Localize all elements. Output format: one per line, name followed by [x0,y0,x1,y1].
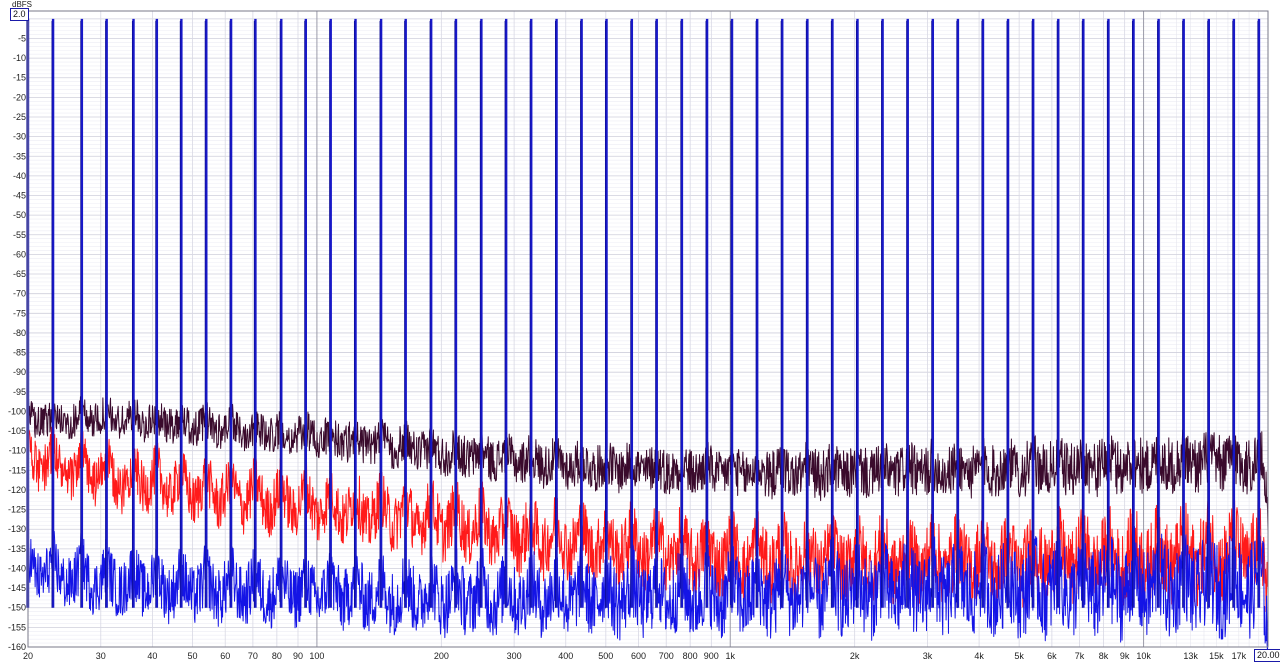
x-tick-label: 60 [220,651,230,661]
y-tick-label: -45 [13,191,26,201]
y-tick-label: -150 [8,603,26,613]
y-tick-label: -85 [13,348,26,358]
x-tick-label: 5k [1014,651,1024,661]
x-tick-label: 20 [23,651,33,661]
y-tick-label: -115 [9,465,26,475]
y-tick-label: -60 [13,249,26,259]
x-tick-label: 8k [1099,651,1109,661]
x-tick-label: 4k [974,651,984,661]
x-tick-label: 10k [1136,651,1151,661]
spectrum-chart: -5 -10 -15 -20 -25 -30 -35 -40 -45 -50 -55 -60 -65 -7… [8,10,1269,661]
y-tick-label: -70 [13,289,26,299]
y-tick-label: -65 [13,269,26,279]
y-tick-label: -120 [8,485,26,495]
x-tick-label: 3k [923,651,933,661]
y-tick-label: -130 [8,524,26,534]
x-tick-label: 800 [683,651,698,661]
y-tick-label: -20 [13,92,26,102]
y-tick-label: -30 [13,132,26,142]
y-tick-label: -145 [8,583,26,593]
y-tick-label: -105 [8,426,26,436]
y-tick-label: -90 [13,367,26,377]
y-tick-label: -35 [13,151,26,161]
x-tick-label: 13k [1183,651,1198,661]
x-tick-label: 900 [704,651,719,661]
y-tick-label: -50 [13,210,26,220]
x-tick-label: 90 [293,651,303,661]
x-tick-label: 600 [631,651,646,661]
x-tick-label: 200 [434,651,449,661]
y-tick-label: -40 [13,171,26,181]
x-tick-label: 500 [598,651,613,661]
y-tick-label: -135 [8,544,26,554]
x-tick-label: 40 [147,651,157,661]
x-tick-label: 700 [659,651,674,661]
y-tick-label: -55 [13,230,26,240]
x-tick-label: 9k [1120,651,1130,661]
x-tick-label: 70 [248,651,258,661]
y-tick-label: -110 [9,446,26,456]
x-tick-label: 30 [96,651,106,661]
x-tick-label: 300 [507,651,522,661]
y-tick-label: -140 [8,563,26,573]
y-tick-label: -5 [18,33,26,43]
y-tick-label: -125 [8,505,26,515]
x-tick-label: 1k [725,651,735,661]
x-tick-label: 6k [1047,651,1057,661]
x-tick-label: 100 [309,651,324,661]
x-tick-label: 17k [1232,651,1247,661]
x-tick-label: 7k [1075,651,1085,661]
y-tick-labels: -5 -10 -15 -20 -25 -30 -35 -40 -45 -50 -55 -60 -65 -7… [8,33,26,652]
y-tick-label: -25 [13,112,26,122]
y-tick-label: -95 [13,387,26,397]
x-tick-labels: 20 30 40 50 60 70 80 90 100 200 300 400 500 600 700 800… [23,651,1247,661]
x-tick-label: 50 [187,651,197,661]
y-max-input[interactable]: 2.0 [10,8,29,21]
y-tick-label: -10 [13,53,26,63]
y-tick-label: -15 [13,73,26,83]
y-tick-label: -75 [13,308,26,318]
x-max-input[interactable]: 20.00k [1254,649,1280,662]
x-tick-label: 400 [558,651,573,661]
x-tick-label: 80 [272,651,282,661]
y-tick-label: -100 [8,406,26,416]
y-tick-label: -155 [8,622,26,632]
x-tick-label: 2k [850,651,860,661]
x-tick-label: 15k [1209,651,1224,661]
y-tick-label: -80 [13,328,26,338]
